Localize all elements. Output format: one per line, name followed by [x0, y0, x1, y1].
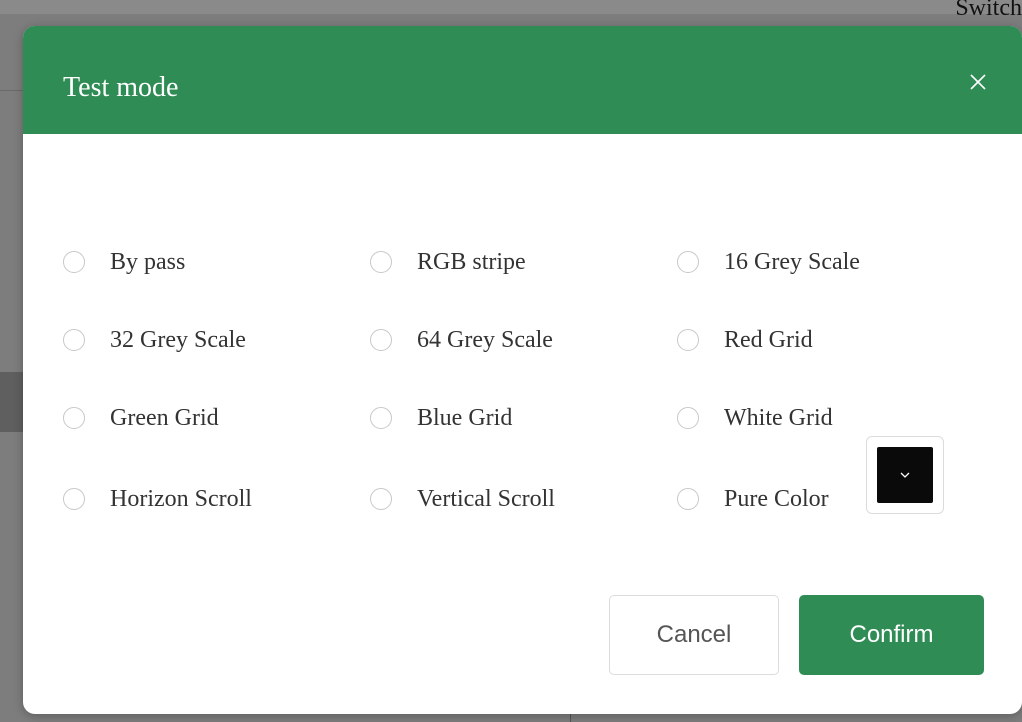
confirm-button[interactable]: Confirm: [799, 595, 984, 675]
option-label: By pass: [110, 249, 186, 275]
option-label: Blue Grid: [417, 405, 513, 431]
option-label: Horizon Scroll: [110, 486, 252, 512]
dialog-header: Test mode: [23, 26, 1022, 134]
radio-button[interactable]: [370, 488, 392, 510]
option-vertical-scroll[interactable]: Vertical Scroll: [370, 479, 555, 519]
option-64-grey-scale[interactable]: 64 Grey Scale: [370, 320, 553, 360]
test-mode-dialog: Test mode By pass RGB stripe 16 Grey Sca…: [23, 26, 1022, 714]
option-16-grey-scale[interactable]: 16 Grey Scale: [677, 242, 860, 282]
option-32-grey-scale[interactable]: 32 Grey Scale: [63, 320, 246, 360]
pure-color-picker[interactable]: [866, 436, 944, 514]
radio-button[interactable]: [677, 251, 699, 273]
option-label: 16 Grey Scale: [724, 249, 860, 275]
option-label: 32 Grey Scale: [110, 327, 246, 353]
option-pure-color[interactable]: Pure Color: [677, 479, 829, 519]
option-label: Green Grid: [110, 405, 219, 431]
option-label: Red Grid: [724, 327, 813, 353]
radio-button[interactable]: [677, 488, 699, 510]
option-label: White Grid: [724, 405, 833, 431]
radio-button[interactable]: [370, 251, 392, 273]
background-switch-label: Switch: [955, 0, 1022, 21]
option-label: 64 Grey Scale: [417, 327, 553, 353]
radio-button[interactable]: [677, 329, 699, 351]
radio-button[interactable]: [370, 329, 392, 351]
option-white-grid[interactable]: White Grid: [677, 398, 833, 438]
chevron-down-icon: [900, 472, 910, 478]
option-label: RGB stripe: [417, 249, 526, 275]
option-horizon-scroll[interactable]: Horizon Scroll: [63, 479, 252, 519]
option-label: Pure Color: [724, 486, 829, 512]
close-icon: [970, 74, 986, 90]
cancel-button[interactable]: Cancel: [609, 595, 779, 675]
radio-button[interactable]: [63, 488, 85, 510]
background-topbar: [0, 0, 1022, 14]
option-blue-grid[interactable]: Blue Grid: [370, 398, 512, 438]
option-green-grid[interactable]: Green Grid: [63, 398, 219, 438]
option-rgb-stripe[interactable]: RGB stripe: [370, 242, 526, 282]
radio-button[interactable]: [63, 407, 85, 429]
dialog-title: Test mode: [63, 72, 179, 103]
option-label: Vertical Scroll: [417, 486, 555, 512]
close-button[interactable]: [960, 64, 996, 100]
radio-button[interactable]: [63, 329, 85, 351]
radio-button[interactable]: [63, 251, 85, 273]
option-by-pass[interactable]: By pass: [63, 242, 185, 282]
option-red-grid[interactable]: Red Grid: [677, 320, 813, 360]
radio-button[interactable]: [677, 407, 699, 429]
radio-button[interactable]: [370, 407, 392, 429]
